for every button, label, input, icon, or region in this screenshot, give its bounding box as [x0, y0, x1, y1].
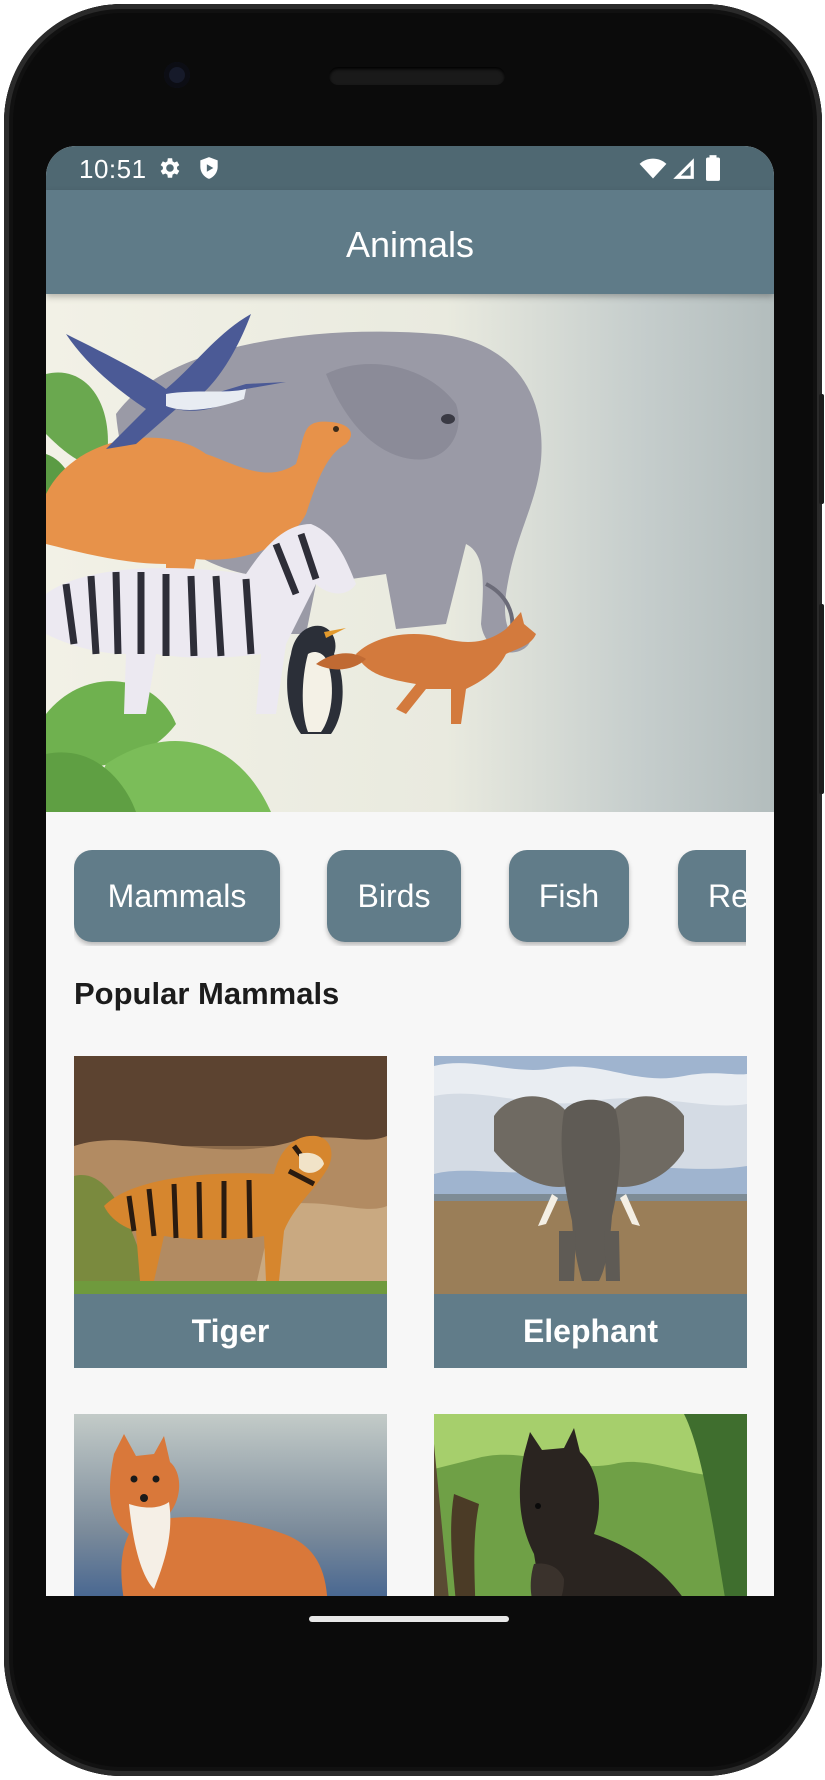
- battery-icon: [706, 155, 720, 181]
- cell-signal-icon: [673, 158, 694, 179]
- animals-illustration: [46, 314, 542, 812]
- chip-birds[interactable]: Birds: [327, 850, 461, 942]
- shield-icon: [200, 157, 218, 179]
- chip-mammals[interactable]: Mammals: [74, 850, 280, 942]
- app-title: Animals: [345, 224, 475, 265]
- animal-card-horse[interactable]: [434, 1414, 747, 1596]
- chip-reptiles[interactable]: Re: [678, 850, 746, 942]
- animal-card-fox[interactable]: [74, 1414, 387, 1596]
- app-bar: Animals: [46, 190, 774, 294]
- elephant-photo: [434, 1056, 747, 1294]
- wifi-icon: [639, 158, 667, 179]
- home-gesture-bar[interactable]: [309, 1616, 509, 1622]
- power-button: [819, 394, 824, 504]
- chip-fish[interactable]: Fish: [509, 850, 629, 942]
- animal-card-label: Elephant: [522, 1312, 659, 1349]
- earpiece-speaker: [329, 67, 505, 85]
- animal-card-tiger[interactable]: Tiger: [74, 1056, 387, 1368]
- tiger-photo: [74, 1056, 387, 1294]
- animal-card-elephant[interactable]: Elephant: [434, 1056, 747, 1368]
- front-camera: [164, 62, 190, 88]
- horse-photo: [434, 1414, 747, 1596]
- section-title: Popular Mammals: [74, 976, 340, 1011]
- fox-photo: [74, 1414, 387, 1596]
- volume-button: [819, 604, 824, 794]
- hero-banner: [46, 294, 774, 812]
- category-chips: Mammals Birds Fish Re: [74, 850, 746, 946]
- status-time: 10:51: [79, 154, 147, 184]
- animal-card-label: Tiger: [191, 1312, 270, 1349]
- status-bar: 10:51: [46, 146, 774, 190]
- screen: 10:51 Animals Mammals Birds Fish Re Popu…: [46, 146, 774, 1596]
- penguin-illustration: [287, 625, 346, 734]
- gear-icon: [160, 158, 180, 178]
